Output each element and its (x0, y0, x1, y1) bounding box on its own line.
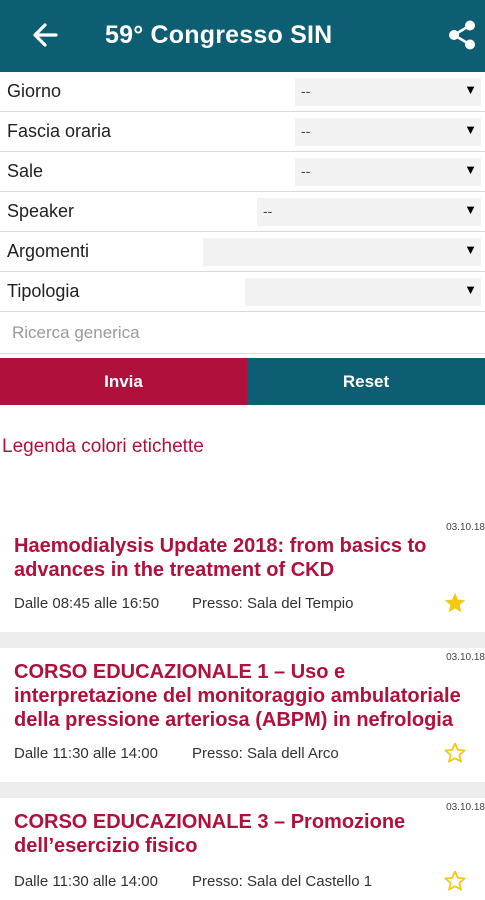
select-value: -- (263, 203, 273, 219)
dropdown-arrow-icon: ▼ (464, 162, 477, 177)
event-list: 03.10.18 Haemodialysis Update 2018: from… (0, 518, 485, 900)
dropdown-arrow-icon: ▼ (464, 122, 477, 137)
event-card[interactable]: 03.10.18 Haemodialysis Update 2018: from… (0, 518, 485, 632)
giorno-select[interactable]: -- ▼ (295, 78, 481, 106)
filter-row-argomenti: Argomenti ▼ (0, 232, 485, 272)
filter-label: Tipologia (7, 281, 80, 301)
star-filled-icon[interactable] (443, 591, 467, 615)
star-outline-icon[interactable] (443, 741, 467, 765)
arrow-left-icon[interactable] (30, 18, 60, 52)
filter-label: Fascia oraria (7, 121, 112, 141)
speaker-select[interactable]: -- ▼ (257, 198, 481, 226)
filter-label: Argomenti (7, 241, 90, 261)
tipologia-select[interactable]: ▼ (245, 278, 481, 306)
argomenti-select[interactable]: ▼ (203, 238, 481, 266)
event-place: Presso: Sala del Tempio (192, 595, 354, 612)
star-outline-icon[interactable] (443, 869, 467, 893)
event-title: CORSO EDUCAZIONALE 3 – Promozione dell’e… (14, 811, 406, 857)
event-place: Presso: Sala del Castello 1 (192, 873, 373, 890)
filter-label: Giorno (7, 81, 62, 101)
filter-label: Speaker (7, 201, 75, 221)
select-value: -- (301, 83, 311, 99)
filter-label: Sale (7, 161, 44, 181)
filter-form: Giorno -- ▼ Fascia oraria -- ▼ Sale -- ▼… (0, 72, 485, 312)
event-time: Dalle 11:30 alle 14:00 (14, 873, 158, 890)
send-button[interactable]: Invia (0, 358, 247, 405)
event-title: CORSO EDUCAZIONALE 1 – Uso e interpretaz… (14, 661, 461, 731)
filter-row-giorno: Giorno -- ▼ (0, 72, 485, 112)
dropdown-arrow-icon: ▼ (464, 242, 477, 257)
event-time: Dalle 08:45 alle 16:50 (14, 595, 160, 612)
dropdown-arrow-icon: ▼ (464, 82, 477, 97)
filter-row-tipologia: Tipologia ▼ (0, 272, 485, 312)
filter-row-fascia-oraria: Fascia oraria -- ▼ (0, 112, 485, 152)
event-card[interactable]: 03.10.18 CORSO EDUCAZIONALE 1 – Uso e in… (0, 648, 485, 782)
dropdown-arrow-icon: ▼ (464, 282, 477, 297)
event-card[interactable]: 03.10.18 CORSO EDUCAZIONALE 3 – Promozio… (0, 798, 485, 900)
legend-link[interactable]: Legenda colori etichette (2, 436, 204, 458)
app-bar: 59° Congresso SIN (0, 0, 485, 72)
event-place: Presso: Sala dell Arco (192, 745, 339, 762)
dropdown-arrow-icon: ▼ (464, 202, 477, 217)
sale-select[interactable]: -- ▼ (295, 158, 481, 186)
filter-row-speaker: Speaker -- ▼ (0, 192, 485, 232)
fascia-oraria-select[interactable]: -- ▼ (295, 118, 481, 146)
select-value: -- (301, 123, 311, 139)
reset-button[interactable]: Reset (247, 358, 485, 405)
event-date: 03.10.18 (446, 522, 485, 533)
share-icon[interactable] (446, 19, 478, 51)
event-title: Haemodialysis Update 2018: from basics t… (14, 535, 427, 581)
search-row (0, 312, 485, 354)
page-title: 59° Congresso SIN (105, 21, 333, 49)
filter-row-sale: Sale -- ▼ (0, 152, 485, 192)
search-input[interactable] (4, 318, 480, 348)
event-time: Dalle 11:30 alle 14:00 (14, 745, 158, 762)
select-value: -- (301, 163, 311, 179)
